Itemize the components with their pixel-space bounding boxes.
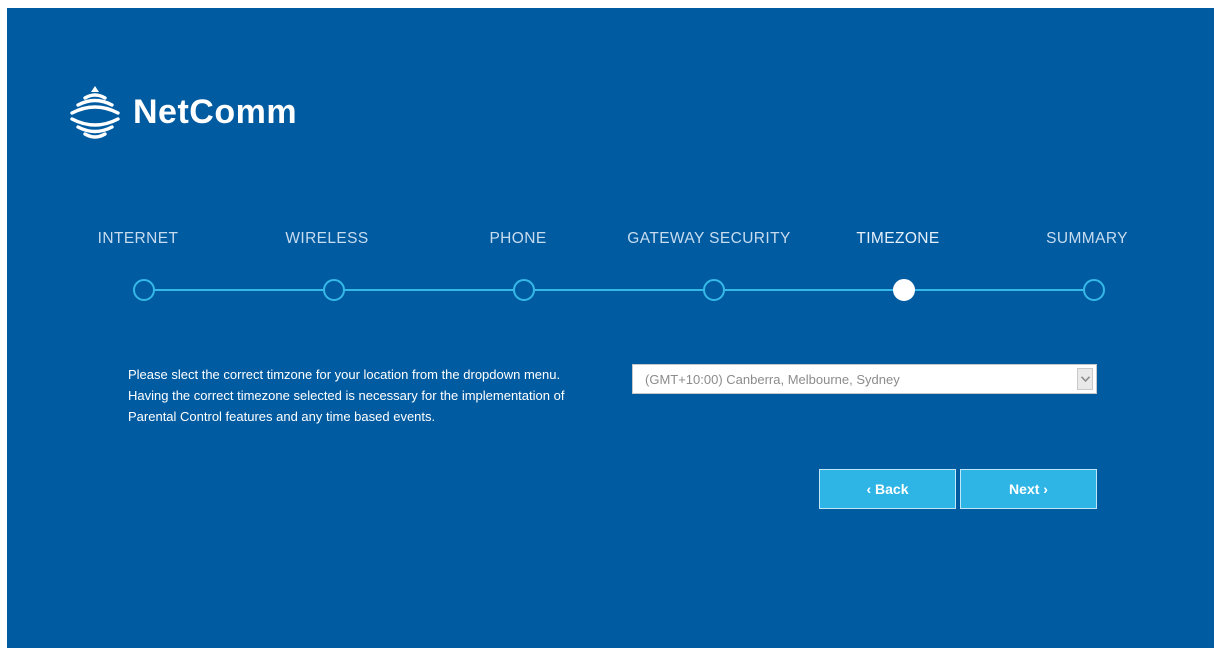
back-button[interactable]: ‹ Back: [819, 469, 956, 509]
netcomm-logo: NetComm: [65, 82, 297, 142]
timezone-select[interactable]: (GMT+10:00) Canberra, Melbourne, Sydney: [632, 364, 1097, 394]
logo-text: NetComm: [133, 92, 298, 131]
next-button[interactable]: Next ›: [960, 469, 1097, 509]
step-label-internet: INTERNET: [97, 230, 179, 247]
step-dot-gateway-security: [703, 279, 725, 301]
step-dot-internet: [133, 279, 155, 301]
step-dot-timezone: [893, 279, 915, 301]
step-label-gateway-security: GATEWAY SECURITY: [627, 230, 791, 247]
progress-line: [144, 289, 1094, 291]
step-label-summary: SUMMARY: [1046, 230, 1128, 247]
setup-wizard-panel: NetComm INTERNET WIRELESS PHONE GATEWAY …: [7, 8, 1214, 648]
wizard-step-labels: INTERNET WIRELESS PHONE GATEWAY SECURITY…: [7, 230, 1214, 254]
wizard-progress-bar: [7, 276, 1214, 304]
next-button-label: Next ›: [1009, 481, 1048, 497]
chevron-down-icon[interactable]: [1077, 368, 1093, 390]
wifi-signal-icon: [70, 86, 120, 139]
step-dot-summary: [1083, 279, 1105, 301]
step-label-phone: PHONE: [489, 230, 547, 247]
step-dot-phone: [513, 279, 535, 301]
timezone-selected-value: (GMT+10:00) Canberra, Melbourne, Sydney: [645, 372, 900, 387]
step-label-wireless: WIRELESS: [285, 230, 369, 247]
step-dot-wireless: [323, 279, 345, 301]
step-label-timezone: TIMEZONE: [856, 230, 940, 247]
back-button-label: ‹ Back: [866, 481, 909, 497]
timezone-description: Please slect the correct timzone for you…: [128, 367, 565, 424]
